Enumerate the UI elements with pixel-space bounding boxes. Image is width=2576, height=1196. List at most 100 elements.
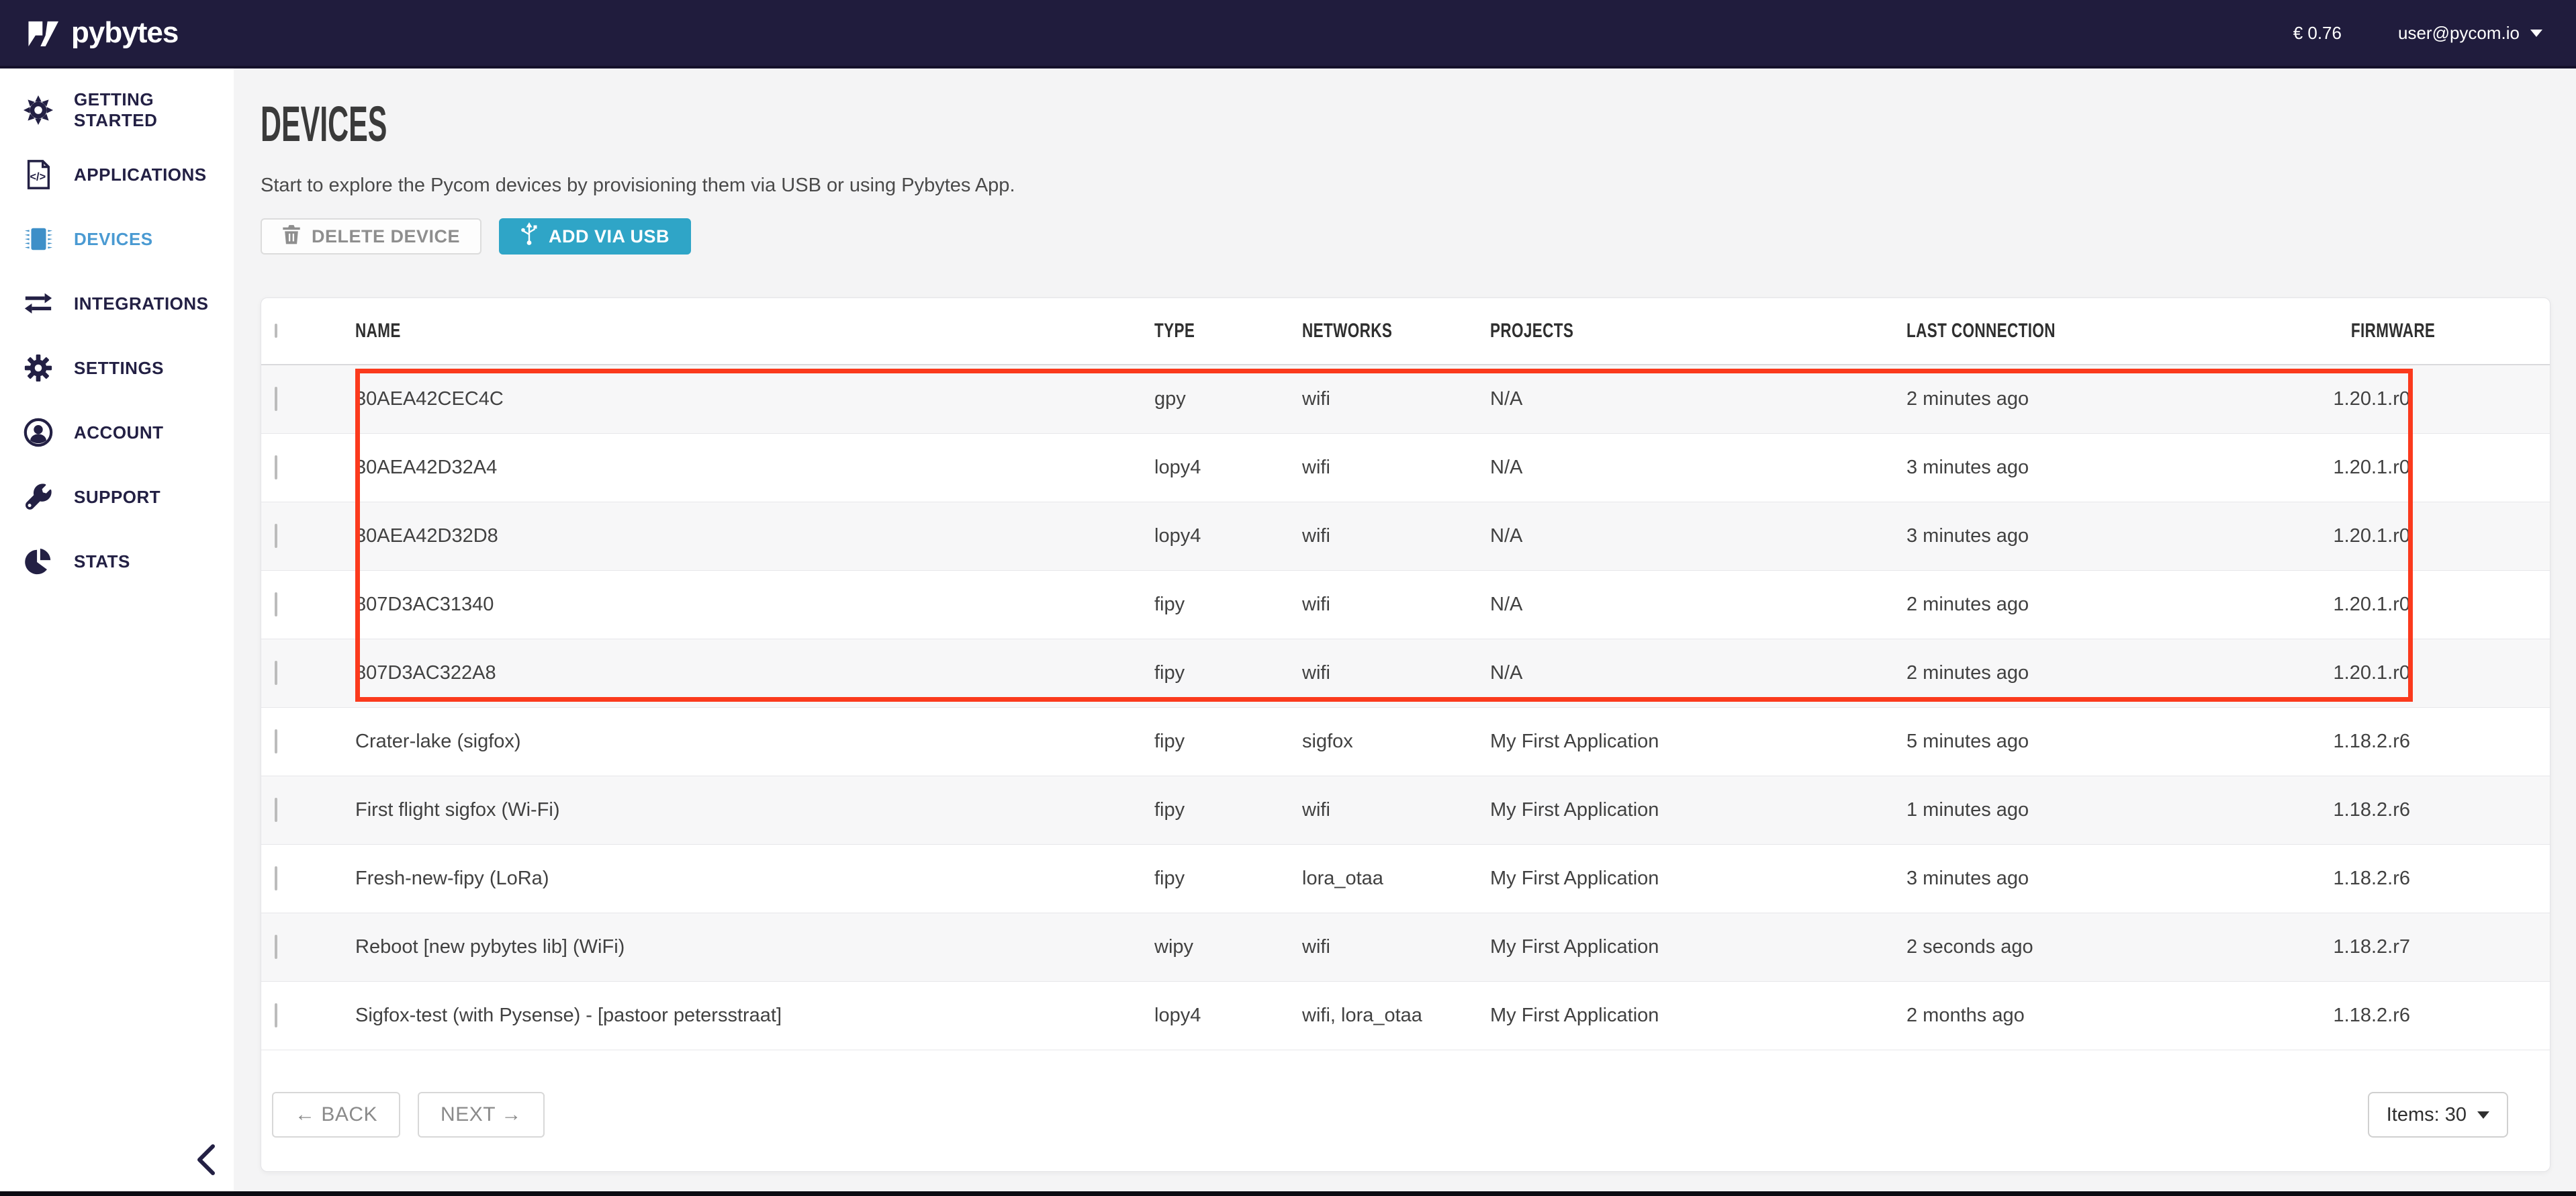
select-all-checkbox[interactable] [275,324,277,338]
usb-icon [520,222,538,251]
device-type: gpy [1154,388,1302,410]
page-title: DEVICES [261,99,387,149]
sidebar-item-support[interactable]: SUPPORT [0,465,234,529]
sidebar-item-stats[interactable]: STATS [0,529,234,594]
items-per-page-label: Items: 30 [2387,1104,2467,1126]
device-last-connection: 3 minutes ago [1906,525,2323,547]
topbar: pybytes € 0.76 user@pycom.io [0,0,2576,68]
device-projects: My First Application [1490,731,1906,753]
device-networks: sigfox [1302,731,1490,753]
add-via-usb-label: ADD VIA USB [549,226,670,247]
device-networks: wifi [1302,594,1490,616]
device-projects: N/A [1490,525,1906,547]
device-networks: wifi, lora_otaa [1302,1005,1490,1027]
table-row[interactable]: Crater-lake (sigfox)fipysigfoxMy First A… [261,708,2550,776]
user-email: user@pycom.io [2398,23,2520,44]
device-firmware: 1.20.1.r0 [2323,594,2550,616]
device-name: 30AEA42D32D8 [355,525,1154,547]
device-projects: N/A [1490,457,1906,479]
row-checkbox[interactable] [275,729,277,753]
device-last-connection: 2 minutes ago [1906,388,2323,410]
column-header-last-connection: LAST CONNECTION [1906,320,2323,342]
sidebar-item-applications[interactable]: </>APPLICATIONS [0,142,234,207]
device-firmware: 1.18.2.r6 [2323,1005,2550,1027]
device-firmware: 1.20.1.r0 [2323,662,2550,684]
device-firmware: 1.18.2.r6 [2323,799,2550,821]
device-last-connection: 5 minutes ago [1906,731,2323,753]
sidebar-item-integrations[interactable]: INTEGRATIONS [0,271,234,336]
code-document-icon: </> [23,159,54,190]
device-type: lopy4 [1154,525,1302,547]
row-checkbox[interactable] [275,387,277,411]
chevron-left-icon [194,1142,217,1177]
pybytes-logo-icon [26,15,60,50]
device-firmware: 1.20.1.r0 [2323,457,2550,479]
pagination: ← BACK NEXT → Items: 30 [272,1092,2508,1138]
sidebar-item-label: GETTING STARTED [74,89,234,131]
items-per-page-select[interactable]: Items: 30 [2368,1092,2508,1138]
row-checkbox[interactable] [275,455,277,479]
device-type: fipy [1154,662,1302,684]
row-checkbox[interactable] [275,661,277,685]
device-networks: lora_otaa [1302,868,1490,890]
device-last-connection: 1 minutes ago [1906,799,2323,821]
sidebar-item-label: SUPPORT [74,487,160,508]
sidebar-item-settings[interactable]: SETTINGS [0,336,234,400]
device-name: 30AEA42CEC4C [355,388,1154,410]
sidebar-nav: GETTING STARTED </>APPLICATIONSDEVICES INT… [0,68,234,594]
device-last-connection: 2 months ago [1906,1005,2323,1027]
account-balance: € 0.76 [2293,23,2342,44]
device-type: lopy4 [1154,1005,1302,1027]
delete-device-button[interactable]: DELETE DEVICE [261,218,481,255]
table-row[interactable]: 30AEA42D32A4lopy4wifiN/A3 minutes ago1.2… [261,434,2550,502]
device-projects: N/A [1490,594,1906,616]
trash-icon [282,224,301,249]
sidebar-collapse-button[interactable] [187,1138,224,1181]
sun-icon [23,95,54,126]
device-projects: My First Application [1490,799,1906,821]
device-name: 30AEA42D32A4 [355,457,1154,479]
sidebar-item-getting-started[interactable]: GETTING STARTED [0,78,234,142]
device-firmware: 1.20.1.r0 [2323,388,2550,410]
device-networks: wifi [1302,936,1490,958]
table-row[interactable]: 807D3AC322A8fipywifiN/A2 minutes ago1.20… [261,639,2550,708]
table-row[interactable]: Fresh-new-fipy (LoRa)fipylora_otaaMy Fir… [261,845,2550,913]
device-networks: wifi [1302,525,1490,547]
back-button[interactable]: ← BACK [272,1092,400,1138]
device-projects: My First Application [1490,1005,1906,1027]
device-networks: wifi [1302,799,1490,821]
row-checkbox[interactable] [275,935,277,959]
device-name: Fresh-new-fipy (LoRa) [355,868,1154,890]
sidebar-item-label: STATS [74,551,130,572]
table-row[interactable]: Reboot [new pybytes lib] (WiFi)wipywifiM… [261,913,2550,982]
row-checkbox[interactable] [275,798,277,822]
table-row[interactable]: First flight sigfox (Wi-Fi)fipywifiMy Fi… [261,776,2550,845]
device-last-connection: 3 minutes ago [1906,868,2323,890]
pie-chart-icon [23,546,54,577]
user-icon [23,417,54,448]
row-checkbox[interactable] [275,866,277,890]
column-header-name: NAME [355,320,1154,342]
logo-text: pybytes [71,16,178,50]
add-via-usb-button[interactable]: ADD VIA USB [499,218,691,255]
device-networks: wifi [1302,388,1490,410]
wrench-icon [23,481,54,512]
device-name: Crater-lake (sigfox) [355,731,1154,753]
row-checkbox[interactable] [275,592,277,616]
row-checkbox[interactable] [275,524,277,548]
gear-icon [23,353,54,383]
user-menu[interactable]: user@pycom.io [2398,23,2542,44]
next-button[interactable]: NEXT → [418,1092,545,1138]
page-subtitle: Start to explore the Pycom devices by pr… [261,175,2550,197]
table-row[interactable]: 807D3AC31340fipywifiN/A2 minutes ago1.20… [261,571,2550,639]
table-row[interactable]: 30AEA42D32D8lopy4wifiN/A3 minutes ago1.2… [261,502,2550,571]
sidebar-item-label: INTEGRATIONS [74,293,209,314]
table-row[interactable]: Sigfox-test (with Pysense) - [pastoor pe… [261,982,2550,1050]
pybytes-logo[interactable]: pybytes [26,15,178,50]
sidebar-item-devices[interactable]: DEVICES [0,207,234,271]
sidebar-item-account[interactable]: ACCOUNT [0,400,234,465]
svg-text:</>: </> [30,171,46,183]
row-checkbox[interactable] [275,1003,277,1027]
table-row[interactable]: 30AEA42CEC4CgpywifiN/A2 minutes ago1.20.… [261,365,2550,434]
device-projects: My First Application [1490,936,1906,958]
